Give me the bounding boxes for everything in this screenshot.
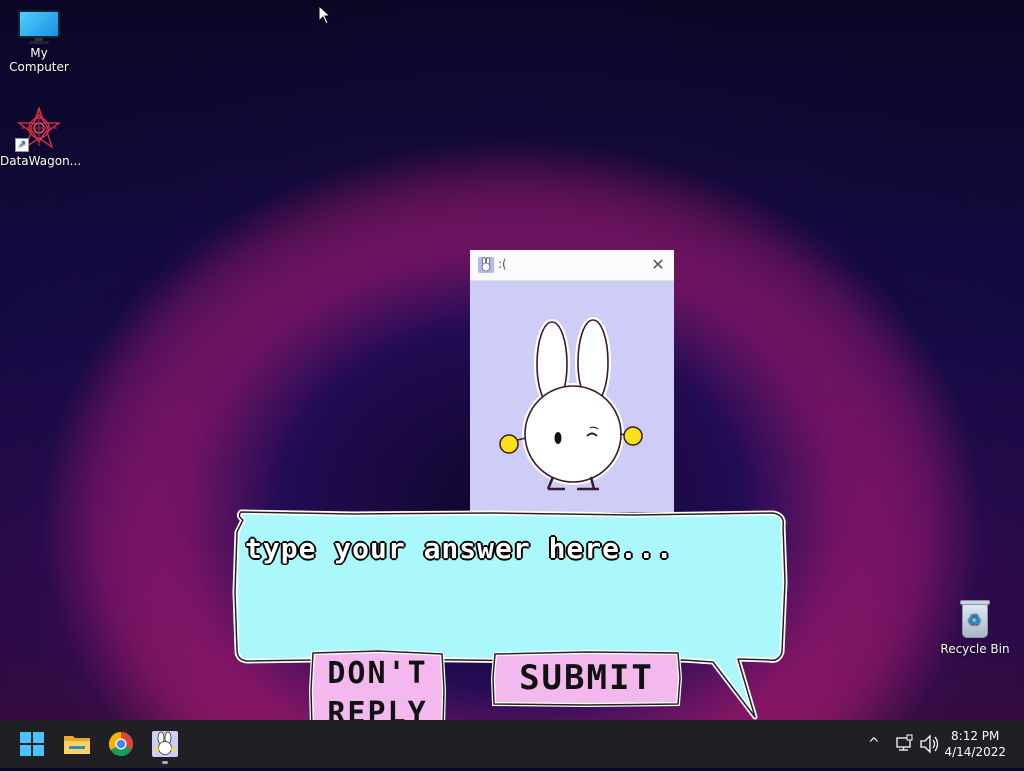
dialog-titlebar[interactable]: :( ✕ (470, 250, 674, 281)
shortcut-arrow-icon: ↗ (15, 138, 29, 152)
chrome-icon (108, 732, 134, 757)
start-button[interactable] (16, 728, 48, 760)
desktop-icon-datawagon[interactable]: ↗ DataWagon... (0, 105, 82, 168)
file-explorer-icon (64, 736, 90, 754)
taskbar-bunny-app[interactable] (149, 728, 181, 764)
taskbar-file-explorer[interactable] (61, 728, 93, 760)
answer-speech-bubble (232, 509, 788, 720)
active-indicator (162, 761, 168, 764)
datawagon-icon: ↗ (15, 105, 61, 152)
taskbar: ^ 8:12 PM 4/14/2022 (0, 720, 1024, 768)
start-icon (20, 732, 44, 756)
desktop-icon-recycle-bin[interactable]: ♻ Recycle Bin (936, 598, 1014, 656)
mouse-cursor-icon (318, 4, 332, 29)
taskbar-clock[interactable]: 8:12 PM 4/14/2022 (944, 728, 1006, 760)
bunny-app-icon (152, 731, 178, 757)
dialog-title: :( (498, 257, 507, 271)
desktop-icon-label: Recycle Bin (940, 642, 1010, 656)
desktop-icon-my-computer[interactable]: My Computer (0, 10, 78, 74)
desktop-icon-label: DataWagon... (0, 154, 82, 168)
taskbar-chrome[interactable] (105, 728, 137, 760)
network-icon[interactable] (894, 720, 914, 768)
volume-icon[interactable] (918, 720, 940, 768)
close-icon[interactable]: ✕ (642, 250, 674, 280)
answer-input[interactable] (243, 522, 772, 574)
desktop-icon-label: My Computer (9, 46, 69, 74)
bunny-dialog-window: :( ✕ (470, 250, 674, 512)
dont-reply-button[interactable]: DON'T REPLY (309, 650, 446, 730)
recycle-bin-icon: ♻ (958, 598, 992, 638)
monitor-icon (18, 10, 60, 44)
bunny-app-icon (478, 257, 494, 273)
submit-button[interactable]: SUBMIT (491, 650, 682, 707)
clock-date: 4/14/2022 (944, 745, 1006, 759)
bunny-illustration (499, 317, 643, 491)
submit-label: SUBMIT (519, 658, 654, 698)
dont-reply-label-line1: DON'T (327, 656, 428, 691)
tray-chevron-icon[interactable]: ^ (868, 720, 884, 768)
clock-time: 8:12 PM (951, 729, 1000, 743)
